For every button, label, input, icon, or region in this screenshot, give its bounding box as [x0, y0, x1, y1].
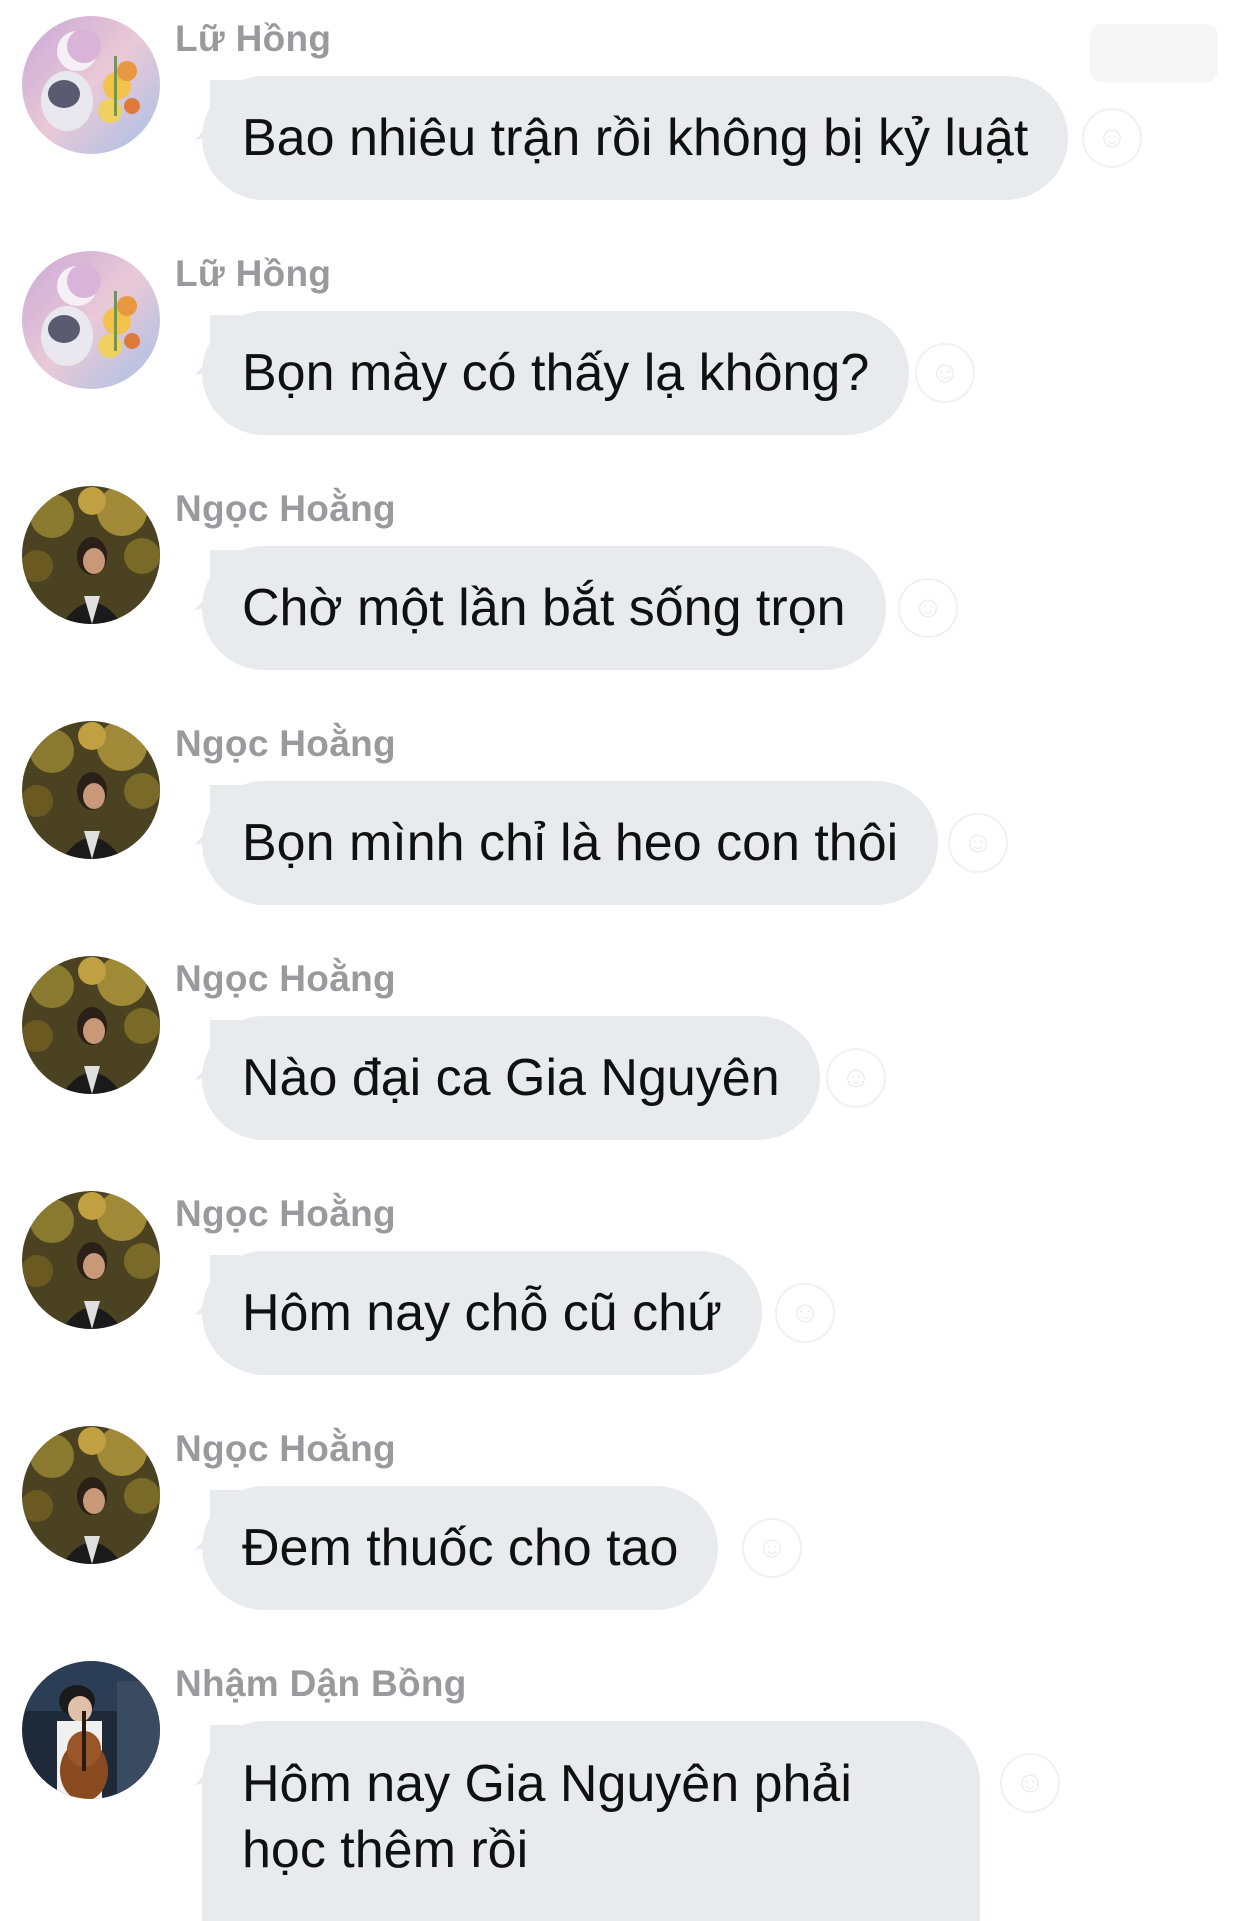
message-row: Lữ Hồng Bao nhiêu trận rồi không bị kỷ l… [0, 0, 1242, 235]
sender-name: Ngọc Hoằng [175, 723, 396, 764]
sender-name: Ngọc Hoằng [175, 958, 396, 999]
smiley-icon[interactable]: ☺ [826, 1048, 886, 1108]
avatar-lu-hong[interactable] [22, 16, 160, 154]
avatar-ngoc-hoang[interactable] [22, 1426, 160, 1564]
avatar-ngoc-hoang[interactable] [22, 721, 160, 859]
person-avatar-image [22, 1426, 160, 1564]
person-avatar-image [22, 1191, 160, 1329]
message-row: Ngọc Hoằng Chờ một lần bắt sống trọn ☺ [0, 470, 1242, 705]
astronaut-avatar-image [22, 251, 160, 389]
sender-name: Ngọc Hoằng [175, 1193, 396, 1234]
message-text: Hôm nay Gia Nguyên phải học thêm rồi [242, 1755, 852, 1879]
message-bubble[interactable]: Bọn mình chỉ là heo con thôi [202, 781, 939, 905]
avatar-ngoc-hoang[interactable] [22, 956, 160, 1094]
avatar-ngoc-hoang[interactable] [22, 486, 160, 624]
astronaut-avatar-image [22, 16, 160, 154]
sender-name: Lữ Hồng [175, 18, 332, 59]
smiley-icon[interactable]: ☺ [948, 813, 1008, 873]
smiley-icon[interactable]: ☺ [898, 578, 958, 638]
message-bubble[interactable]: Bao nhiêu trận rồi không bị kỷ luật [202, 76, 1069, 200]
smiley-icon[interactable]: ☺ [742, 1518, 802, 1578]
message-row: Ngọc Hoằng Hôm nay chỗ cũ chứ ☺ [0, 1175, 1242, 1410]
person-avatar-image [22, 486, 160, 624]
message-bubble[interactable]: Hôm nay Gia Nguyên phải học thêm rồi [202, 1721, 980, 1921]
message-row: Lữ Hồng Bọn mày có thấy lạ không? ☺ [0, 235, 1242, 470]
message-bubble[interactable]: Nào đại ca Gia Nguyên [202, 1016, 820, 1140]
message-bubble[interactable]: Chờ một lần bắt sống trọn [202, 546, 886, 670]
sender-name: Nhậm Dận Bồng [175, 1663, 467, 1704]
avatar-ngoc-hoang[interactable] [22, 1191, 160, 1329]
message-row: Ngọc Hoằng Đem thuốc cho tao ☺ [0, 1410, 1242, 1645]
smiley-icon[interactable]: ☺ [775, 1283, 835, 1343]
person-avatar-image [22, 721, 160, 859]
avatar-lu-hong[interactable] [22, 251, 160, 389]
avatar-nham-dan-bong[interactable] [22, 1661, 160, 1799]
sender-name: Ngọc Hoằng [175, 488, 396, 529]
smiley-icon[interactable]: ☺ [1082, 108, 1142, 168]
message-row: Ngọc Hoằng Nào đại ca Gia Nguyên ☺ [0, 940, 1242, 1175]
message-bubble[interactable]: Đem thuốc cho tao [202, 1486, 719, 1610]
sender-name: Lữ Hồng [175, 253, 332, 294]
message-row: Ngọc Hoằng Bọn mình chỉ là heo con thôi … [0, 705, 1242, 940]
smiley-icon[interactable]: ☺ [1000, 1753, 1060, 1813]
message-bubble[interactable]: Hôm nay chỗ cũ chứ [202, 1251, 762, 1375]
cello-avatar-image [22, 1661, 160, 1799]
message-bubble[interactable]: Bọn mày có thấy lạ không? [202, 311, 910, 435]
smiley-icon[interactable]: ☺ [915, 343, 975, 403]
chat-thread[interactable]: Lữ Hồng Bao nhiêu trận rồi không bị kỷ l… [0, 0, 1242, 1921]
sender-name: Ngọc Hoằng [175, 1428, 396, 1469]
person-avatar-image [22, 956, 160, 1094]
message-row: Nhậm Dận Bồng Hôm nay Gia Nguyên phải họ… [0, 1645, 1242, 1921]
